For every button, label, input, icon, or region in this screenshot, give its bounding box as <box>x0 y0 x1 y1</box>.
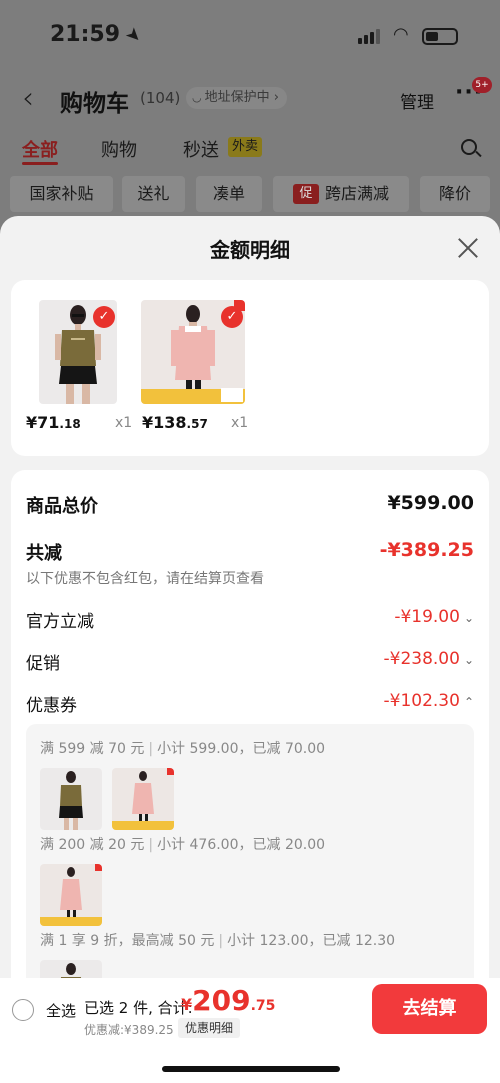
product-qty: x1 <box>115 415 133 431</box>
status-time: 21:59➤ <box>50 22 146 48</box>
coupon-amount: -¥102.30 <box>383 691 460 711</box>
status-bar: 21:59➤ ◠ <box>0 0 500 70</box>
filter-national-subsidy[interactable]: 国家补贴 <box>10 176 113 212</box>
address-protect-badge[interactable]: ◡ 地址保护中 › <box>186 87 287 109</box>
cart-page-background: 21:59➤ ◠ ‹ 购物车 (104) ◡ 地址保护中 › 管理 ··· 5+ … <box>0 0 500 240</box>
product-item[interactable]: ✓ <box>39 300 117 404</box>
total-price-int: 209 <box>192 984 251 1017</box>
product-image: ✓ <box>39 300 117 404</box>
back-icon[interactable]: ‹ <box>22 81 34 116</box>
sheet-title: 金额明细 <box>210 238 290 262</box>
product-item[interactable]: ✓ <box>141 300 245 404</box>
coupon-rule-line: 满 200 减 20 元 | 小计 476.00，已减 20.00 <box>40 834 325 854</box>
coupon-rule-line: 满 599 减 70 元 | 小计 599.00，已减 70.00 <box>40 738 325 758</box>
product-price-int: ¥138 <box>142 413 187 432</box>
search-icon[interactable] <box>461 139 477 155</box>
total-price: ¥209.75 <box>181 984 275 1017</box>
location-arrow-icon: ➤ <box>120 22 147 49</box>
tab-underline <box>22 162 58 165</box>
product-price-dec: .18 <box>59 417 81 431</box>
tab-shopping[interactable]: 购物 <box>101 136 137 162</box>
thumb-olive-top <box>40 768 102 830</box>
promotion-label: 促销 <box>26 654 60 674</box>
selected-products-card: ✓ ¥71.18 x1 ✓ ¥138.57 x1 <box>11 280 489 456</box>
address-protect-label: 地址保护中 <box>204 90 270 105</box>
product-price: ¥71.18 <box>26 413 81 432</box>
official-discount-value: -¥19.00 ⌄ <box>394 607 474 627</box>
filter-cross-store[interactable]: 促跨店满减 <box>273 176 409 212</box>
cart-tabs: 全部 购物 秒送 外卖 <box>0 128 500 168</box>
check-icon: ✓ <box>93 306 115 328</box>
home-indicator <box>162 1066 340 1072</box>
amount-detail-sheet: 金额明细 ✓ ¥71.18 x1 ✓ ¥138.57 x1 商品总价 ¥599.… <box>0 216 500 1083</box>
reduce-value: -¥389.25 <box>379 539 474 561</box>
thumb-pink-coat <box>40 864 102 926</box>
discount-detail-link[interactable]: 优惠明细 <box>178 1018 241 1038</box>
tab-all[interactable]: 全部 <box>22 136 58 162</box>
manage-button[interactable]: 管理 <box>400 88 434 113</box>
product-price: ¥138.57 <box>142 413 208 432</box>
coupon-label: 优惠券 <box>26 696 77 716</box>
filter-row: 国家补贴 送礼 凑单 促跨店满减 降价 <box>0 176 500 212</box>
coupon-detail: 小计 123.00，已减 12.30 <box>227 933 396 949</box>
divider: | <box>218 933 224 949</box>
coupon-rule: 满 200 减 20 元 <box>40 837 145 853</box>
coupon-value: -¥102.30 ⌃ <box>384 691 475 711</box>
selected-count: 已选 2 件, 合计: <box>84 999 193 1017</box>
select-all-radio[interactable] <box>12 999 34 1021</box>
thumb-pink-coat <box>112 768 174 830</box>
check-icon: ✓ <box>221 306 243 328</box>
tab-instant[interactable]: 秒送 <box>183 136 219 162</box>
coupon-detail: 小计 599.00，已减 70.00 <box>157 741 326 757</box>
official-discount-amount: -¥19.00 <box>394 607 460 627</box>
coupon-thumbs <box>40 768 174 830</box>
status-time-text: 21:59 <box>50 22 121 47</box>
filter-cross-store-label: 跨店满减 <box>324 184 389 203</box>
reduce-label: 共减 <box>26 543 62 564</box>
divider: | <box>148 741 154 757</box>
close-icon[interactable] <box>456 236 480 260</box>
wifi-icon: ◠ <box>393 24 409 45</box>
takeout-badge: 外卖 <box>228 137 263 157</box>
select-all-label[interactable]: 全选 <box>46 1000 76 1021</box>
cart-count: (104) <box>140 89 181 107</box>
chevron-down-icon: ⌄ <box>463 611 474 625</box>
coupon-detail: 小计 476.00，已减 20.00 <box>157 837 326 853</box>
coupon-rule: 满 1 享 9 折，最高减 50 元 <box>40 933 215 949</box>
discount-summary: 优惠减:¥389.25 <box>84 1023 174 1037</box>
page-title: 购物车 <box>60 91 129 117</box>
product-qty: x1 <box>231 415 249 431</box>
coupon-rule-line: 满 1 享 9 折，最高减 50 元 | 小计 123.00，已减 12.30 <box>40 930 395 950</box>
chevron-up-icon: ⌃ <box>463 695 474 709</box>
message-count-badge: 5+ <box>472 77 492 93</box>
shield-icon: ◡ <box>192 91 202 104</box>
official-discount-label: 官方立减 <box>26 612 94 632</box>
checkout-button[interactable]: 去结算 <box>372 984 487 1034</box>
product-price-int: ¥71 <box>26 413 60 432</box>
promotion-amount: -¥238.00 <box>383 649 460 669</box>
battery-icon <box>422 28 458 45</box>
reduce-note: 以下优惠不包含红包，请在结算页查看 <box>26 571 264 587</box>
product-image: ✓ <box>141 300 245 404</box>
coupon-thumbs <box>40 864 102 926</box>
coupon-rule: 满 599 减 70 元 <box>40 741 145 757</box>
cart-header: ‹ 购物车 (104) ◡ 地址保护中 › 管理 ··· 5+ <box>0 75 500 120</box>
filter-price-drop[interactable]: 降价 <box>420 176 490 212</box>
total-label: 商品总价 <box>26 496 98 517</box>
product-price-dec: .57 <box>186 417 208 431</box>
promotion-value: -¥238.00 ⌄ <box>384 649 475 669</box>
chevron-down-icon: ⌄ <box>463 653 474 667</box>
signal-icon <box>358 29 380 44</box>
checkout-bar: 全选 已选 2 件, 合计: ¥209.75 优惠减:¥389.25 优惠明细 … <box>0 978 500 1083</box>
filter-add-on[interactable]: 凑单 <box>196 176 262 212</box>
total-price-dec: .75 <box>250 998 276 1014</box>
total-price-currency: ¥ <box>181 995 193 1014</box>
divider: | <box>148 837 154 853</box>
filter-gift[interactable]: 送礼 <box>122 176 185 212</box>
total-value: ¥599.00 <box>387 492 474 514</box>
promo-icon: 促 <box>292 184 319 204</box>
